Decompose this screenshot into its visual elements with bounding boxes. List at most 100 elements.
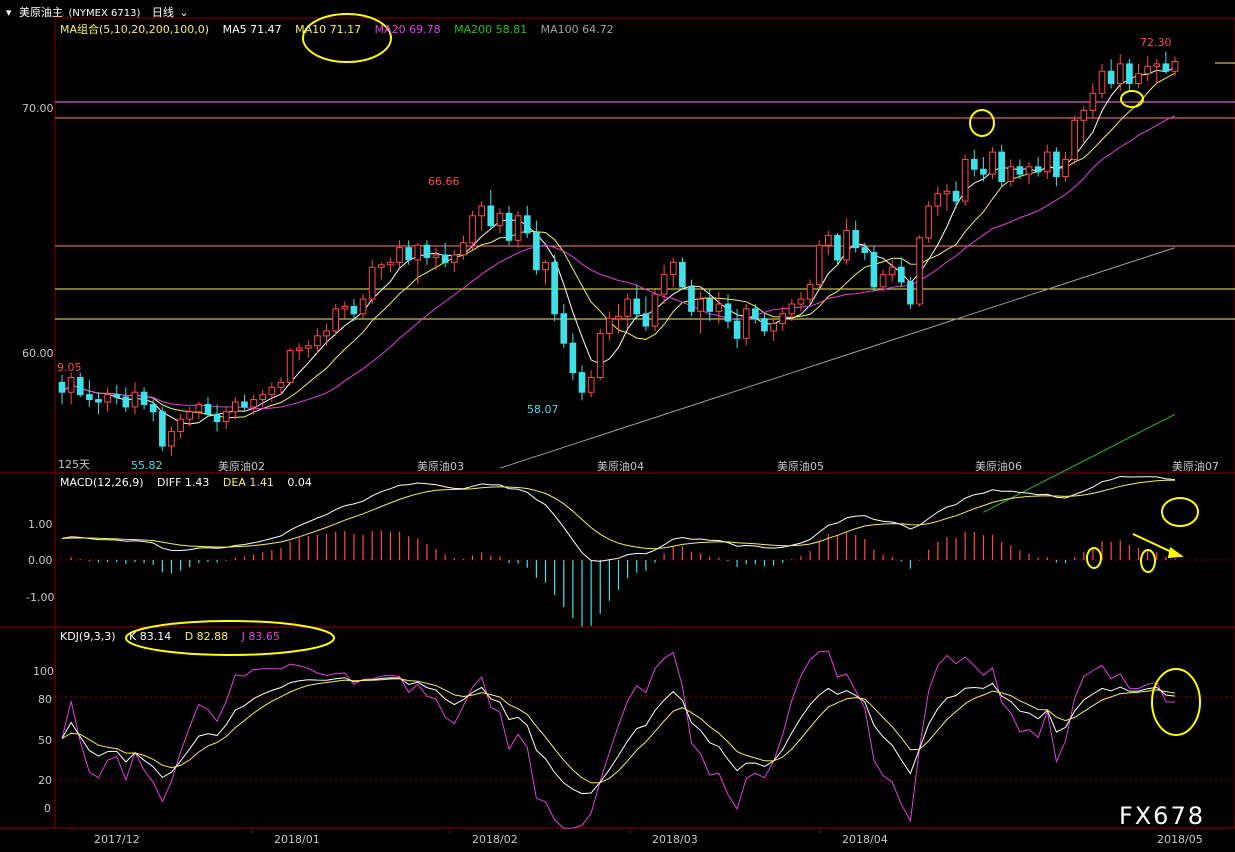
kdj-d: D 82.88	[184, 630, 229, 643]
candle-body	[724, 303, 732, 322]
candle-body	[569, 342, 577, 374]
candle-body	[733, 320, 741, 339]
candle-body	[405, 247, 413, 261]
candle-body	[314, 335, 321, 347]
candle-body	[131, 391, 139, 408]
macd-axis-label: -1.00	[26, 591, 54, 604]
ma100-value: MA100 64.72	[540, 23, 614, 36]
annotation-ellipse	[969, 109, 995, 137]
price-label-high: 72.30	[1140, 36, 1172, 49]
candle-body	[195, 403, 203, 413]
candle-body	[706, 298, 714, 312]
candle-body	[1007, 166, 1015, 183]
price-label-left: 9.05	[57, 361, 82, 374]
ma20-line	[61, 115, 1176, 410]
contract-label: 美原油04	[597, 459, 644, 473]
candle-body	[432, 254, 440, 258]
kdj-legend: KDJ(9,3,3) K 83.14 D 82.88 J 83.65	[60, 630, 290, 643]
candle-body	[359, 298, 367, 315]
kdj-k: K 83.14	[129, 630, 172, 643]
instrument-code: (NYMEX 6713)	[68, 8, 141, 19]
candle-body	[752, 308, 759, 320]
contract-label: 美原油03	[417, 459, 464, 473]
candle-body	[861, 247, 869, 254]
chevron-down-icon[interactable]: ⌄	[179, 6, 188, 19]
candle-body	[341, 305, 349, 310]
candle-body	[560, 313, 568, 344]
candle-body	[806, 283, 814, 300]
ma-legend: MA组合(5,10,20,200,100,0) MA5 71.47 MA10 7…	[60, 21, 624, 37]
ma-group-label[interactable]: MA组合(5,10,20,200,100,0)	[60, 23, 209, 36]
candle-body	[396, 247, 403, 263]
candles	[58, 51, 1179, 456]
candle-body	[788, 303, 796, 315]
date-label: 2018/01	[274, 833, 320, 846]
kdj-j: J 83.65	[241, 630, 280, 643]
candle-body	[186, 411, 194, 420]
macd-diff-line	[61, 475, 1176, 562]
candle-body	[897, 266, 905, 283]
macd-dea: DEA 1.41	[222, 476, 274, 489]
candle-body	[596, 332, 604, 378]
candle-body	[1098, 70, 1106, 94]
period-selector[interactable]: 日线	[152, 6, 174, 19]
candle-body	[834, 234, 841, 261]
candle-body	[104, 394, 111, 403]
candle-body	[998, 151, 1005, 183]
candle-body	[1071, 119, 1078, 160]
candle-body	[505, 212, 513, 241]
ma5-value: MA5 71.47	[222, 23, 282, 36]
kdj-axis-label: 50	[38, 734, 52, 747]
candle-body	[697, 298, 704, 312]
candle-body	[332, 308, 340, 332]
macd-axis-label: 1.00	[28, 518, 53, 531]
candle-body	[1144, 65, 1151, 75]
candle-body	[907, 281, 914, 305]
candle-body	[268, 386, 276, 396]
candle-body	[879, 274, 887, 288]
candle-body	[1126, 63, 1133, 85]
candle-body	[542, 261, 549, 271]
candle-body	[140, 391, 148, 405]
candle-body	[460, 242, 467, 256]
candle-body	[259, 394, 267, 401]
candle-body	[168, 430, 175, 447]
date-grid	[71, 828, 821, 833]
candle-body	[934, 193, 942, 207]
candle-body	[815, 244, 823, 285]
candle-body	[441, 254, 449, 263]
candle-body	[423, 244, 431, 258]
macd-axis-label: 0.00	[28, 554, 53, 567]
candle-body	[286, 350, 294, 383]
kdj-group-label[interactable]: KDJ(9,3,3)	[60, 630, 116, 643]
candle-body	[606, 318, 613, 334]
candle-body	[1116, 63, 1124, 85]
candle-body	[76, 377, 84, 396]
kdj-axis-label: 20	[38, 774, 52, 787]
kdj-axis-label: 80	[38, 693, 52, 706]
candle-body	[870, 252, 878, 288]
candle-body	[368, 266, 376, 300]
candle-body	[1089, 92, 1097, 111]
ma200-value: MA200 58.81	[454, 23, 528, 36]
candle-body	[95, 399, 102, 403]
kdj-j-line	[61, 650, 1176, 829]
dropdown-icon[interactable]: ▾	[6, 6, 12, 19]
macd-group-label[interactable]: MACD(12,26,9)	[60, 476, 144, 489]
panel-border	[54, 17, 1235, 829]
macd-legend: MACD(12,26,9) DIFF 1.43 DEA 1.41 0.04	[60, 476, 322, 489]
candle-body	[1034, 166, 1042, 173]
candle-body	[578, 372, 586, 393]
candle-body	[304, 345, 312, 349]
kdj-axis-label: 0	[44, 802, 51, 815]
candle-body	[1016, 166, 1024, 175]
candle-body	[469, 215, 476, 244]
candle-body	[523, 215, 531, 234]
annotation-ellipse	[1151, 668, 1201, 736]
kdj-axis-label: 100	[33, 665, 54, 678]
price-label-min: 55.82	[131, 459, 163, 472]
candle-body	[1162, 63, 1170, 72]
date-label: 2018/03	[652, 833, 698, 846]
candle-body	[715, 303, 723, 312]
annotation-ellipse	[1086, 547, 1102, 569]
